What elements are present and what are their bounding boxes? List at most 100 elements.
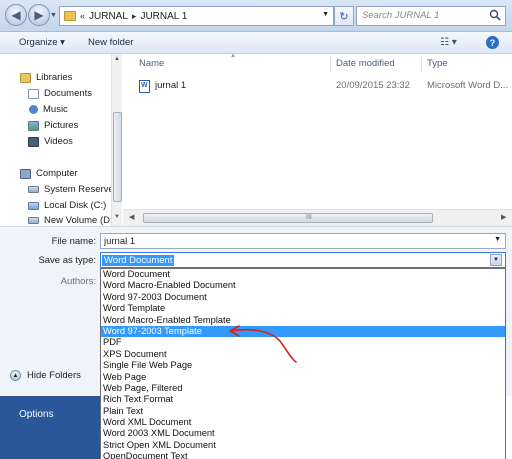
back-arrow-icon: ◀ <box>11 8 21 22</box>
save-as-type-select[interactable]: Word Document ▼ <box>100 252 506 268</box>
scroll-left-icon[interactable]: ◀ <box>129 213 134 221</box>
file-name: jurnal 1 <box>155 80 187 91</box>
forward-button[interactable]: ▶ <box>28 4 50 26</box>
folder-icon <box>64 11 76 21</box>
save-type-option[interactable]: Word Template <box>101 303 505 314</box>
file-name-label: File name: <box>51 236 96 247</box>
save-as-type-value: Word Document <box>102 255 175 266</box>
computer-icon <box>20 168 31 179</box>
save-type-option[interactable]: Word 97-2003 Document <box>101 292 505 303</box>
address-dropdown-icon[interactable]: ▼ <box>322 11 329 18</box>
save-type-option[interactable]: Plain Text <box>101 406 505 417</box>
sidebar-item-system-reserved[interactable]: System Reserved <box>28 184 119 195</box>
documents-icon <box>28 88 39 99</box>
save-type-option[interactable]: Word Macro-Enabled Document <box>101 280 505 291</box>
scrollbar-thumb[interactable]: III <box>143 213 433 223</box>
organize-button[interactable]: Organize ▾ <box>19 37 65 48</box>
sidebar-item-label: System Reserved <box>44 184 119 195</box>
refresh-button[interactable]: ↻ <box>334 6 354 26</box>
column-divider[interactable] <box>330 56 331 72</box>
save-type-option[interactable]: Web Page, Filtered <box>101 383 505 394</box>
save-type-option[interactable]: Word 97-2003 Template <box>101 325 505 338</box>
navigation-pane: Libraries Documents Music Pictures Video… <box>0 54 122 226</box>
new-folder-button[interactable]: New folder <box>88 37 133 48</box>
column-divider[interactable] <box>421 56 422 72</box>
sidebar-item-label: Documents <box>44 88 93 99</box>
chevron-down-icon[interactable]: ▼ <box>494 236 501 243</box>
authors-label: Authors: <box>60 276 96 287</box>
chevron-down-icon[interactable]: ▼ <box>490 254 502 266</box>
sidebar-item-label: Pictures <box>44 120 79 131</box>
sidebar-item-label: Computer <box>36 168 78 179</box>
save-type-option[interactable]: XPS Document <box>101 349 505 360</box>
file-type: Microsoft Word D... <box>427 80 509 91</box>
column-header-name[interactable]: Name <box>139 58 164 69</box>
word-document-icon <box>139 80 150 93</box>
save-type-option[interactable]: Web Page <box>101 372 505 383</box>
sidebar-item-local-disk-c[interactable]: Local Disk (C:) <box>28 200 106 211</box>
backstage-sidebar: Options <box>0 396 100 459</box>
file-row[interactable]: jurnal 1 20/09/2015 23:32 Microsoft Word… <box>123 80 512 94</box>
forward-arrow-icon: ▶ <box>34 8 44 22</box>
save-type-option[interactable]: Strict Open XML Document <box>101 440 505 451</box>
breadcrumb-overflow[interactable]: « <box>80 11 85 21</box>
scroll-right-icon[interactable]: ▶ <box>501 213 506 221</box>
save-type-option[interactable]: Word 2003 XML Document <box>101 428 505 439</box>
save-as-type-label: Save as type: <box>38 255 96 266</box>
hide-folders-label: Hide Folders <box>27 370 81 381</box>
breadcrumb-jurnal[interactable]: JURNAL <box>89 11 128 22</box>
libraries-icon <box>20 72 31 83</box>
options-menu-item[interactable]: Options <box>19 409 53 420</box>
scrollbar-grip: III <box>306 214 312 221</box>
sidebar-item-label: Libraries <box>36 72 73 83</box>
save-type-option[interactable]: Single File Web Page <box>101 360 505 371</box>
file-name-value: jurnal 1 <box>104 236 136 247</box>
address-toolbar: ◀ ▶ ▼ « JURNAL ▸ JURNAL 1 ▼ ↻ Search JUR… <box>0 0 512 32</box>
recent-locations-dropdown[interactable]: ▼ <box>50 12 57 19</box>
save-type-option[interactable]: Word Document <box>101 269 505 280</box>
file-list: ▲ Name Date modified Type jurnal 1 20/09… <box>123 53 512 209</box>
save-type-option[interactable]: Rich Text Format <box>101 394 505 405</box>
column-header-type[interactable]: Type <box>427 58 448 69</box>
sidebar-item-music[interactable]: Music <box>29 104 68 115</box>
back-button[interactable]: ◀ <box>5 4 27 26</box>
sidebar-item-libraries[interactable]: Libraries <box>20 72 72 83</box>
command-bar: Organize ▾ New folder ☷ ▾ ? <box>0 32 512 54</box>
chevron-up-icon: ▲ <box>10 370 21 381</box>
save-as-type-dropdown-list[interactable]: Word Document Word Macro-Enabled Document… <box>100 268 506 459</box>
scrollbar-thumb[interactable] <box>113 112 122 202</box>
sidebar-item-videos[interactable]: Videos <box>28 136 73 147</box>
save-type-option[interactable]: OpenDocument Text <box>101 451 505 459</box>
save-type-option[interactable]: Word XML Document <box>101 417 505 428</box>
change-view-button[interactable]: ☷ ▾ <box>440 37 457 48</box>
hide-folders-button[interactable]: ▲ Hide Folders <box>10 370 81 381</box>
sort-ascending-icon: ▲ <box>230 53 236 59</box>
file-list-scrollbar[interactable]: ◀ III ▶ <box>123 209 512 226</box>
file-name-field[interactable]: jurnal 1 ▼ <box>100 233 506 249</box>
refresh-icon: ↻ <box>339 10 349 23</box>
sidebar-item-documents[interactable]: Documents <box>28 88 92 99</box>
help-icon[interactable]: ? <box>486 36 499 49</box>
scroll-up-icon[interactable]: ▲ <box>114 56 120 62</box>
sidebar-item-computer[interactable]: Computer <box>20 168 78 179</box>
breadcrumb-jurnal-1[interactable]: JURNAL 1 <box>140 11 187 22</box>
breadcrumb-separator-icon[interactable]: ▸ <box>132 11 137 22</box>
save-type-option[interactable]: Word Macro-Enabled Template <box>101 315 505 326</box>
sidebar-item-new-volume-d[interactable]: New Volume (D:) <box>28 215 116 226</box>
videos-icon <box>28 136 39 147</box>
sidebar-item-label: Videos <box>44 136 73 147</box>
sidebar-item-label: Local Disk (C:) <box>44 200 107 211</box>
pictures-icon <box>28 120 39 131</box>
search-icon <box>489 9 501 21</box>
save-type-option[interactable]: PDF <box>101 337 505 348</box>
scroll-down-icon[interactable]: ▼ <box>114 214 120 220</box>
music-icon <box>29 105 38 114</box>
sidebar-item-pictures[interactable]: Pictures <box>28 120 78 131</box>
drive-icon <box>28 201 39 210</box>
column-header-date-modified[interactable]: Date modified <box>336 58 395 69</box>
drive-icon <box>28 217 39 224</box>
search-input[interactable]: Search JURNAL 1 <box>356 6 506 26</box>
sidebar-item-label: Music <box>43 104 68 115</box>
nav-pane-scrollbar[interactable]: ▲ ▼ <box>111 54 122 226</box>
address-bar[interactable]: « JURNAL ▸ JURNAL 1 ▼ <box>59 6 334 26</box>
